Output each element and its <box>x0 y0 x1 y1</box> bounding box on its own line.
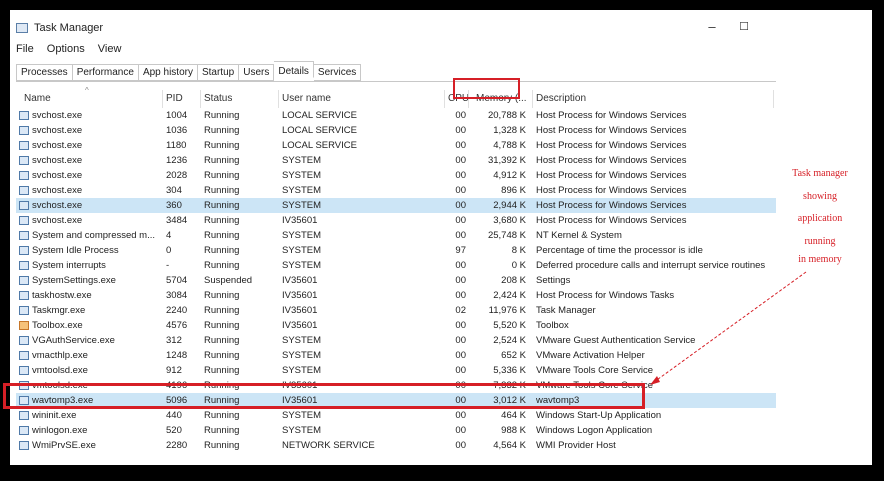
arrow-head <box>650 376 660 385</box>
arrow-line <box>653 271 807 383</box>
annotation-arrow <box>650 271 807 385</box>
